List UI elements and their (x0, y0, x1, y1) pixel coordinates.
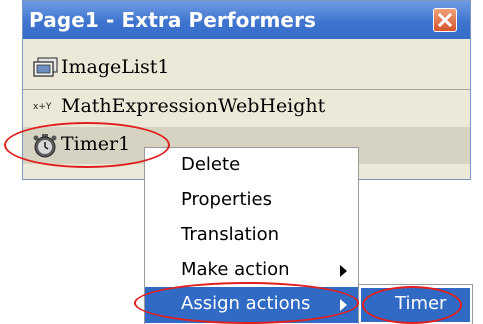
item-label: ImageList1 (61, 56, 170, 78)
menu-item-label: Make action (181, 259, 290, 280)
item-label: MathExpressionWebHeight (61, 95, 326, 117)
context-menu: Delete Properties Translation Make actio… (144, 147, 359, 324)
menu-item-properties[interactable]: Properties (145, 183, 358, 219)
menu-item-make-action[interactable]: Make action (145, 253, 358, 289)
menu-item-translation[interactable]: Translation (145, 218, 358, 254)
svg-text:x+Y: x+Y (33, 102, 52, 112)
submenu-arrow-icon (340, 265, 347, 277)
submenu-item-timer[interactable]: Timer (361, 288, 470, 322)
menu-item-label: Translation (181, 224, 280, 245)
panel-title: Page1 - Extra Performers (29, 8, 317, 32)
item-label: Timer1 (61, 133, 131, 155)
list-item-math-expression[interactable]: x+Y MathExpressionWebHeight (23, 89, 470, 126)
close-button[interactable] (433, 8, 457, 32)
close-icon (438, 13, 452, 27)
menu-item-label: Timer (395, 293, 447, 314)
menu-item-label: Properties (181, 189, 272, 210)
list-item-imagelist[interactable]: ImageList1 (23, 50, 470, 87)
assign-actions-submenu: Timer (358, 284, 473, 324)
timer-icon (33, 134, 57, 158)
menu-item-label: Assign actions (181, 293, 311, 314)
panel-titlebar: Page1 - Extra Performers (23, 1, 470, 39)
submenu-arrow-icon (340, 299, 347, 311)
imagelist-icon (33, 57, 58, 79)
menu-item-label: Delete (181, 154, 241, 175)
math-expression-icon: x+Y (33, 96, 57, 118)
menu-item-assign-actions[interactable]: Assign actions (145, 287, 358, 323)
menu-item-delete[interactable]: Delete (145, 148, 358, 184)
